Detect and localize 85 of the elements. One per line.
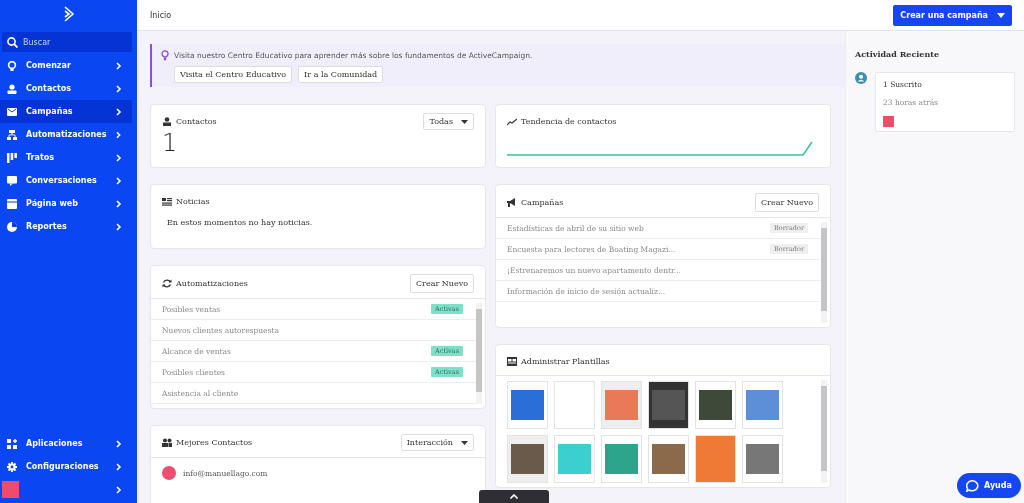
apps-icon [7,438,17,449]
chevron-right-icon [115,462,122,471]
nav-item[interactable]: Campañas [0,100,132,123]
bulb-icon [161,50,169,61]
chevron-right-icon [115,61,122,70]
nav-item[interactable]: Aplicaciones [0,432,132,455]
flowchart-icon [7,129,17,140]
card-title: Campañas [521,198,564,207]
chevron-right-icon [115,130,122,139]
chevron-right-icon [115,222,122,231]
account-avatar [2,481,19,498]
avatar [162,466,176,480]
card-title: Administrar Plantillas [521,357,610,366]
template-thumbnail[interactable] [695,435,736,483]
template-thumbnail[interactable] [648,435,689,483]
scrollbar[interactable] [821,380,827,483]
nav-item[interactable]: Comenzar [0,54,132,77]
nav-item[interactable]: Automatizaciones [0,123,132,146]
scroll-top-button[interactable] [479,490,549,503]
news-message: En estos momentos no hay noticias. [166,217,314,229]
chat-icon [966,479,979,492]
scrollbar[interactable] [476,303,482,404]
nav-item[interactable]: Página web [0,192,132,215]
template-thumbnail[interactable] [742,435,783,483]
template-thumbnail[interactable] [554,435,595,483]
caret-down-icon [461,119,468,124]
create-new-button[interactable]: Crear Nuevo [754,193,819,212]
caret-down-icon [461,440,468,445]
chevron-right-icon [115,84,122,93]
card-title: Tendencia de contactos [521,117,617,126]
person-icon [7,83,17,94]
filter-dropdown[interactable]: Todas [423,113,474,130]
caret-down-icon [997,12,1005,18]
nav-item[interactable]: Tratos [0,146,132,169]
template-thumbnail[interactable] [507,381,548,429]
columns-icon [7,152,17,163]
create-campaign-button[interactable]: Crear una campaña [893,4,1012,26]
logo-icon [62,6,75,22]
people-icon [162,438,172,447]
megaphone-icon [507,198,517,207]
browser-icon [7,198,17,209]
gear-icon [7,461,17,472]
template-thumbnail[interactable] [742,381,783,429]
template-thumbnail[interactable] [648,381,689,429]
help-button[interactable]: Ayuda [957,473,1021,498]
newspaper-icon [162,197,172,206]
card-title: Automatizaciones [176,279,248,288]
template-thumbnail[interactable] [695,381,736,429]
chevron-right-icon [115,153,122,162]
template-thumbnail[interactable] [554,381,595,429]
nav-item[interactable]: Configuraciones [0,455,132,478]
template-thumbnail[interactable] [601,381,642,429]
bulb-icon [7,60,17,71]
person-icon [162,117,172,126]
chevron-right-icon [115,199,122,208]
chevron-right-icon [115,176,122,185]
chevron-right-icon [115,485,122,494]
pie-chart-icon [7,221,17,232]
contact-count: 1 [161,129,179,157]
banner-button[interactable]: Ir a la Comunidad [298,66,384,83]
template-thumbnail[interactable] [601,435,642,483]
scrollbar[interactable] [821,222,827,323]
trend-icon [507,117,517,126]
filter-dropdown[interactable]: Interacción [400,434,474,451]
refresh-icon [162,279,172,288]
card-title: Noticias [176,197,210,206]
contact-avatar [883,116,894,127]
search-field[interactable]: Buscar [2,32,132,52]
banner-button[interactable]: Visita el Centro Educativo [174,66,293,83]
card-title: Mejores Contactos [176,438,253,447]
chevron-right-icon [115,439,122,448]
breadcrumb[interactable]: Inicio [150,10,172,20]
template-thumbnail[interactable] [507,435,548,483]
chat-icon [7,175,17,186]
create-new-button[interactable]: Crear Nuevo [409,274,474,293]
user-circle-icon [855,72,867,84]
chevron-right-icon [115,107,122,116]
template-icon [507,357,517,366]
nav-item[interactable]: Contactos [0,77,132,100]
activity-title: Actividad Reciente [855,49,940,59]
chevron-up-icon [510,494,518,499]
nav-item[interactable]: Reportes [0,215,132,238]
card-title: Contactos [176,117,217,126]
envelope-icon [7,106,17,117]
nav-item[interactable]: Conversaciones [0,169,132,192]
